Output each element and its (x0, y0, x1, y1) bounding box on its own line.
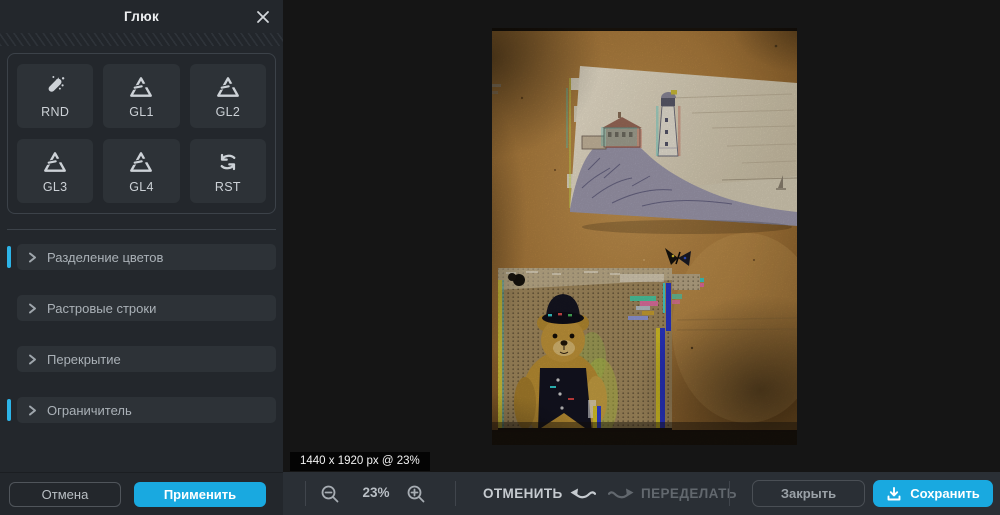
preset-rnd-button[interactable]: RND (17, 64, 94, 128)
chevron-right-icon (29, 405, 36, 415)
panel-header: Глюк (0, 0, 283, 33)
section-row-raster-rows[interactable]: Растровые строки (17, 295, 276, 321)
zoom-out-icon (321, 485, 339, 503)
section-raster-rows: Растровые строки (7, 295, 276, 321)
glitch-triangle-icon (130, 151, 153, 172)
undo-label: ОТМЕНИТЬ (483, 485, 563, 501)
section-label: Разделение цветов (47, 249, 164, 265)
undo-arrow-icon (570, 488, 596, 499)
zoom-level-value[interactable]: 23% (353, 485, 399, 500)
preset-rst-button[interactable]: RST (189, 139, 266, 203)
close-editor-button[interactable]: Закрыть (752, 480, 865, 507)
preset-gl3-button[interactable]: GL3 (17, 139, 94, 203)
preset-button-group: RND GL1 GL2 GL3 GL4 RST (7, 53, 276, 214)
chevron-right-icon (29, 303, 36, 313)
settings-sections: Разделение цветов Растровые строки Перек… (7, 229, 276, 423)
image-status-readout: 1440 x 1920 px @ 23% (290, 452, 430, 471)
section-row-overlay[interactable]: Перекрытие (17, 346, 276, 372)
glitch-triangle-icon (216, 76, 239, 97)
section-row-color-split[interactable]: Разделение цветов (17, 244, 276, 270)
undo-button[interactable]: ОТМЕНИТЬ (483, 485, 596, 501)
preset-label: GL4 (129, 179, 154, 194)
preset-label: RST (214, 179, 241, 194)
toolbar-divider (455, 481, 456, 506)
redo-label: ПЕРЕДЕЛАТЬ (641, 485, 737, 501)
canvas-area: 1440 x 1920 px @ 23% (283, 0, 1000, 472)
section-label: Перекрытие (47, 351, 121, 367)
preset-gl1-button[interactable]: GL1 (103, 64, 180, 128)
toolbar-divider (305, 481, 306, 506)
redo-arrow-icon (608, 488, 634, 499)
preset-label: GL1 (129, 104, 154, 119)
preset-gl4-button[interactable]: GL4 (103, 139, 180, 203)
preset-gl2-button[interactable]: GL2 (189, 64, 266, 128)
preset-label: GL2 (215, 104, 241, 119)
bottom-toolbar: 23% ОТМЕНИТЬ ПЕРЕДЕЛАТЬ Закрыть Сохранит… (283, 472, 1000, 515)
panel-title: Глюк (123, 9, 160, 24)
glitch-triangle-icon (43, 151, 67, 172)
hatch-divider (0, 33, 283, 46)
section-limiter: Ограничитель (7, 397, 276, 423)
section-row-limiter[interactable]: Ограничитель (17, 397, 276, 423)
toolbar-divider (729, 481, 730, 506)
chevron-right-icon (29, 252, 36, 262)
glitch-panel: Глюк RND GL1 GL2 GL3 GL4 RST Разделение … (0, 0, 283, 515)
section-label: Ограничитель (47, 402, 132, 418)
section-overlay: Перекрытие (7, 346, 276, 372)
save-button[interactable]: Сохранить (873, 480, 993, 507)
zoom-in-icon (407, 485, 425, 503)
close-icon (257, 11, 269, 23)
section-color-split: Разделение цветов (7, 244, 276, 270)
chevron-right-icon (29, 354, 36, 364)
glitched-photo-artwork (492, 28, 797, 445)
preset-label: GL3 (42, 179, 68, 194)
active-indicator (7, 399, 11, 421)
reset-cycle-icon (220, 153, 236, 170)
close-panel-button[interactable] (254, 8, 272, 26)
save-label: Сохранить (910, 486, 980, 501)
magic-wand-icon (48, 75, 65, 92)
panel-footer: Отмена Применить (0, 472, 283, 515)
zoom-in-button[interactable] (405, 483, 427, 505)
zoom-out-button[interactable] (319, 483, 341, 505)
glitch-editor-app: Глюк RND GL1 GL2 GL3 GL4 RST Разделение … (0, 0, 1000, 515)
download-icon (887, 486, 901, 500)
apply-button[interactable]: Применить (134, 481, 266, 507)
glitch-triangle-icon (130, 76, 153, 97)
section-label: Растровые строки (47, 300, 157, 316)
preset-label: RND (41, 104, 70, 119)
active-indicator (7, 246, 11, 268)
panel-body: RND GL1 GL2 GL3 GL4 RST Разделение цвето… (0, 46, 283, 472)
cancel-button[interactable]: Отмена (9, 481, 121, 507)
redo-button[interactable]: ПЕРЕДЕЛАТЬ (608, 485, 737, 501)
